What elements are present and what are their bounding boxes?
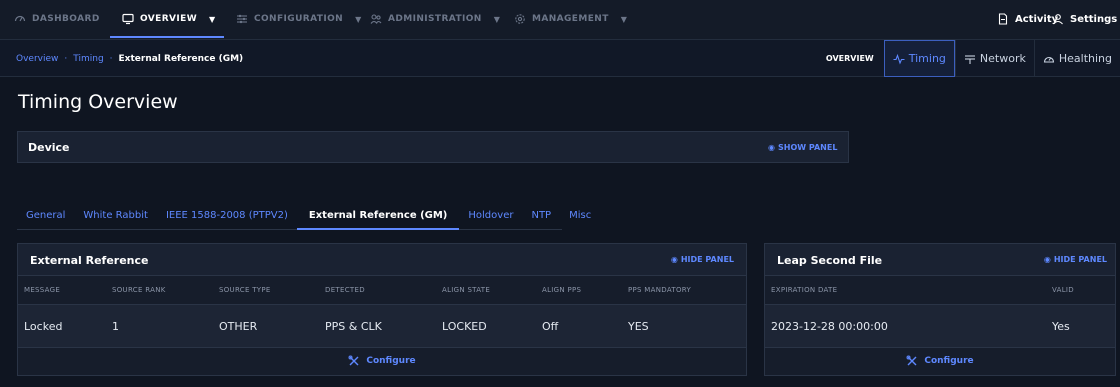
breadcrumb-bar: Overview · Timing · External Reference (… xyxy=(0,40,1120,77)
nav-administration[interactable]: ADMINISTRATION ▼ xyxy=(370,0,500,38)
tab-healthing[interactable]: Healthing xyxy=(1033,40,1120,77)
breadcrumb-separator: · xyxy=(109,53,113,64)
eye-off-icon: ◉ xyxy=(1043,254,1051,264)
column-header-expiration-date: EXPIRATION DATE xyxy=(771,286,838,294)
column-header-message: MESSAGE xyxy=(24,286,61,294)
tab-timing-label: Timing xyxy=(908,52,946,65)
settings-button[interactable]: Settings ▼ xyxy=(1052,0,1120,38)
subtab-general[interactable]: General xyxy=(17,202,74,229)
breadcrumb-timing[interactable]: Timing xyxy=(73,54,103,64)
tools-icon xyxy=(906,355,917,366)
card-header: External Reference ◉ HIDE PANEL xyxy=(18,244,746,276)
chevron-down-icon: ▼ xyxy=(620,14,628,24)
cell-expiration-date: 2023-12-28 00:00:00 xyxy=(771,319,888,333)
configure-button[interactable]: Configure xyxy=(18,347,746,375)
show-panel-button[interactable]: ◉ SHOW PANEL xyxy=(768,132,837,162)
device-panel-title: Device xyxy=(28,140,70,154)
column-header-detected: DETECTED xyxy=(325,286,365,294)
cell-source-type: OTHER xyxy=(219,319,258,333)
subtab-misc[interactable]: Misc xyxy=(560,202,600,229)
hide-panel-label: HIDE PANEL xyxy=(680,254,734,264)
column-header-pps-mandatory: PPS MANDATORY xyxy=(628,286,692,294)
subtab-ieee-1588[interactable]: IEEE 1588-2008 (PTPV2) xyxy=(157,202,297,229)
nav-administration-label: ADMINISTRATION xyxy=(388,14,482,24)
user-icon xyxy=(1053,14,1063,25)
monitor-icon xyxy=(122,13,134,25)
cell-valid: Yes xyxy=(1052,319,1070,333)
column-header-valid: VALID xyxy=(1052,286,1074,294)
tab-network-label: Network xyxy=(979,52,1026,65)
tab-healthing-label: Healthing xyxy=(1058,52,1112,65)
nav-configuration[interactable]: CONFIGURATION ▼ xyxy=(236,0,362,38)
leap-second-card: Leap Second File ◉ HIDE PANEL EXPIRATION… xyxy=(764,243,1116,376)
tools-icon xyxy=(348,355,359,366)
nav-configuration-label: CONFIGURATION xyxy=(254,14,344,24)
eye-off-icon: ◉ xyxy=(670,254,678,264)
nav-management-label: MANAGEMENT xyxy=(532,14,609,24)
settings-label: Settings xyxy=(1070,13,1118,25)
cell-align-pps: Off xyxy=(542,319,559,333)
cell-source-rank: 1 xyxy=(112,319,119,333)
external-reference-title: External Reference xyxy=(30,253,149,267)
table-row: Locked 1 OTHER PPS & CLK LOCKED Off YES xyxy=(18,304,746,348)
cell-message: Locked xyxy=(24,319,63,333)
dashboard-icon xyxy=(14,15,26,22)
chevron-down-icon: ▼ xyxy=(493,14,501,24)
subtab-holdover[interactable]: Holdover xyxy=(459,202,522,229)
users-icon xyxy=(370,14,382,24)
column-header-align-pps: ALIGN PPS xyxy=(542,286,582,294)
configure-label: Configure xyxy=(366,356,416,366)
hide-panel-button[interactable]: ◉ HIDE PANEL xyxy=(671,244,734,274)
sliders-icon xyxy=(237,14,247,24)
column-header-source-rank: SOURCE RANK xyxy=(112,286,166,294)
cell-pps-mandatory: YES xyxy=(628,319,649,333)
view-tabs: OVERVIEW Timing Network Healthing xyxy=(826,40,1120,77)
gear-icon xyxy=(515,14,525,24)
nav-dashboard[interactable]: DASHBOARD xyxy=(14,0,100,38)
configure-label: Configure xyxy=(924,356,974,366)
overview-label: OVERVIEW xyxy=(825,54,874,63)
nav-management[interactable]: MANAGEMENT ▼ xyxy=(514,0,627,38)
device-panel: Device ◉ SHOW PANEL xyxy=(17,131,849,163)
tab-timing[interactable]: Timing xyxy=(883,40,955,77)
card-header: Leap Second File ◉ HIDE PANEL xyxy=(765,244,1115,276)
network-icon xyxy=(964,54,975,64)
nav-overview-label: OVERVIEW xyxy=(140,14,198,24)
breadcrumb-current: External Reference (GM) xyxy=(118,53,244,64)
top-navigation: DASHBOARD OVERVIEW ▼ CONFIGURATION ▼ ADM… xyxy=(0,0,1120,40)
chevron-down-icon: ▼ xyxy=(209,14,216,24)
nav-dashboard-label: DASHBOARD xyxy=(32,14,100,24)
external-reference-card: External Reference ◉ HIDE PANEL MESSAGE … xyxy=(17,243,747,376)
breadcrumb-separator: · xyxy=(64,53,68,64)
column-header-align-state: ALIGN STATE xyxy=(442,286,491,294)
cell-align-state: LOCKED xyxy=(442,319,487,333)
cell-detected: PPS & CLK xyxy=(325,319,382,333)
gauge-icon xyxy=(1043,56,1054,63)
hide-panel-label: HIDE PANEL xyxy=(1053,254,1107,264)
configure-button[interactable]: Configure xyxy=(765,347,1115,375)
tab-network[interactable]: Network xyxy=(954,40,1034,77)
timing-subtabs: General White Rabbit IEEE 1588-2008 (PTP… xyxy=(17,202,591,230)
document-icon xyxy=(998,13,1008,25)
column-header-source-type: SOURCE TYPE xyxy=(219,286,271,294)
chevron-down-icon: ▼ xyxy=(355,14,362,24)
subtab-external-reference[interactable]: External Reference (GM) xyxy=(296,202,460,230)
eye-icon: ◉ xyxy=(768,142,775,152)
subtab-ntp[interactable]: NTP xyxy=(522,202,560,229)
activity-button[interactable]: Activity xyxy=(997,0,1058,38)
show-panel-label: SHOW PANEL xyxy=(777,142,838,152)
breadcrumb: Overview · Timing · External Reference (… xyxy=(16,40,243,77)
leap-second-title: Leap Second File xyxy=(777,253,883,267)
page-title: Timing Overview xyxy=(18,91,178,113)
pulse-icon xyxy=(893,53,905,65)
nav-overview[interactable]: OVERVIEW ▼ xyxy=(122,0,216,38)
subtab-white-rabbit[interactable]: White Rabbit xyxy=(74,202,157,229)
nav-active-indicator xyxy=(110,36,224,38)
hide-panel-button[interactable]: ◉ HIDE PANEL xyxy=(1044,244,1107,274)
table-row: 2023-12-28 00:00:00 Yes xyxy=(765,304,1115,348)
breadcrumb-overview[interactable]: Overview xyxy=(16,54,58,64)
